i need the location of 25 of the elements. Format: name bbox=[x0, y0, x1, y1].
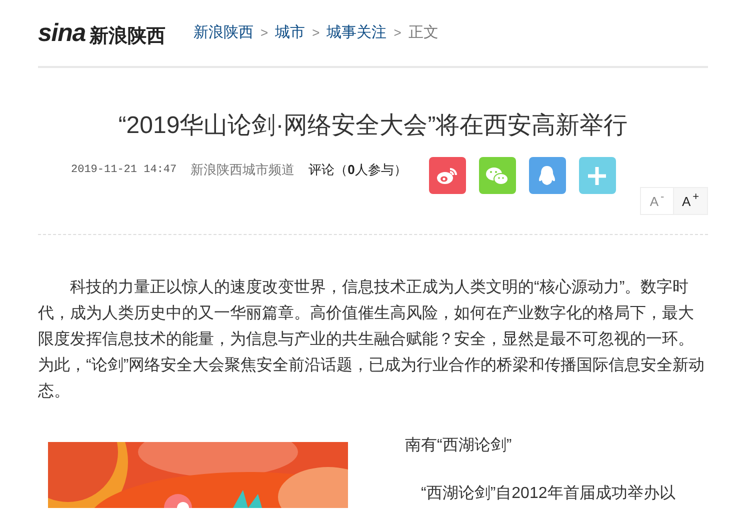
share-button[interactable] bbox=[578, 157, 616, 194]
logo-text: 新浪陕西 bbox=[90, 26, 166, 46]
font-size-button[interactable]: A+ bbox=[674, 188, 707, 214]
breadcrumb-current: 正文 bbox=[408, 22, 438, 43]
publish-date: 2019-11-21 14:47 bbox=[71, 163, 177, 178]
penguin-icon bbox=[538, 164, 556, 186]
logo-mark: sina bbox=[38, 20, 86, 46]
breadcrumb-link[interactable]: 城事关注 bbox=[326, 22, 387, 44]
article-paragraph: 科技的力量正以惊人的速度改变世界，信息技术正成为人类文明的“核心源动力”。数字时代，成为人类历史中的又一华丽篇章。高价值催生高风险，如何在产业数字化的格局下，最大限度发挥信息技术的能量，为信息与产业的共生融合赋能？安全，显然是最不可忽视的一环。为此，“论剑”网络安全大会聚焦安全前沿话题，已成为行业合作的桥梁和传播国际信息安全新动态。 bbox=[38, 278, 706, 402]
share-button[interactable] bbox=[428, 157, 466, 194]
breadcrumb-separator: > bbox=[394, 24, 402, 42]
breadcrumb-separator: > bbox=[312, 24, 320, 42]
share-button[interactable] bbox=[478, 157, 516, 194]
article-text: “西湖论剑”自2012年首届成功举办以 bbox=[420, 484, 676, 504]
comment-count[interactable]: 评论（0人参与） bbox=[308, 160, 407, 180]
breadcrumb-link[interactable]: 新浪陕西 bbox=[194, 22, 254, 44]
breadcrumb-link[interactable]: 城市 bbox=[275, 22, 306, 44]
section-heading: 南有“西湖论剑” bbox=[405, 436, 513, 456]
chat-bubbles-icon bbox=[485, 166, 510, 186]
share-button[interactable] bbox=[528, 157, 566, 194]
breadcrumb-separator: > bbox=[260, 24, 268, 42]
article-source: 新浪陕西城市频道 bbox=[190, 161, 295, 179]
article-title: “2019华山论剑·网络安全大会”将在西安高新举行 bbox=[117, 111, 629, 141]
plus-icon bbox=[587, 166, 608, 186]
weibo-icon bbox=[436, 166, 458, 184]
